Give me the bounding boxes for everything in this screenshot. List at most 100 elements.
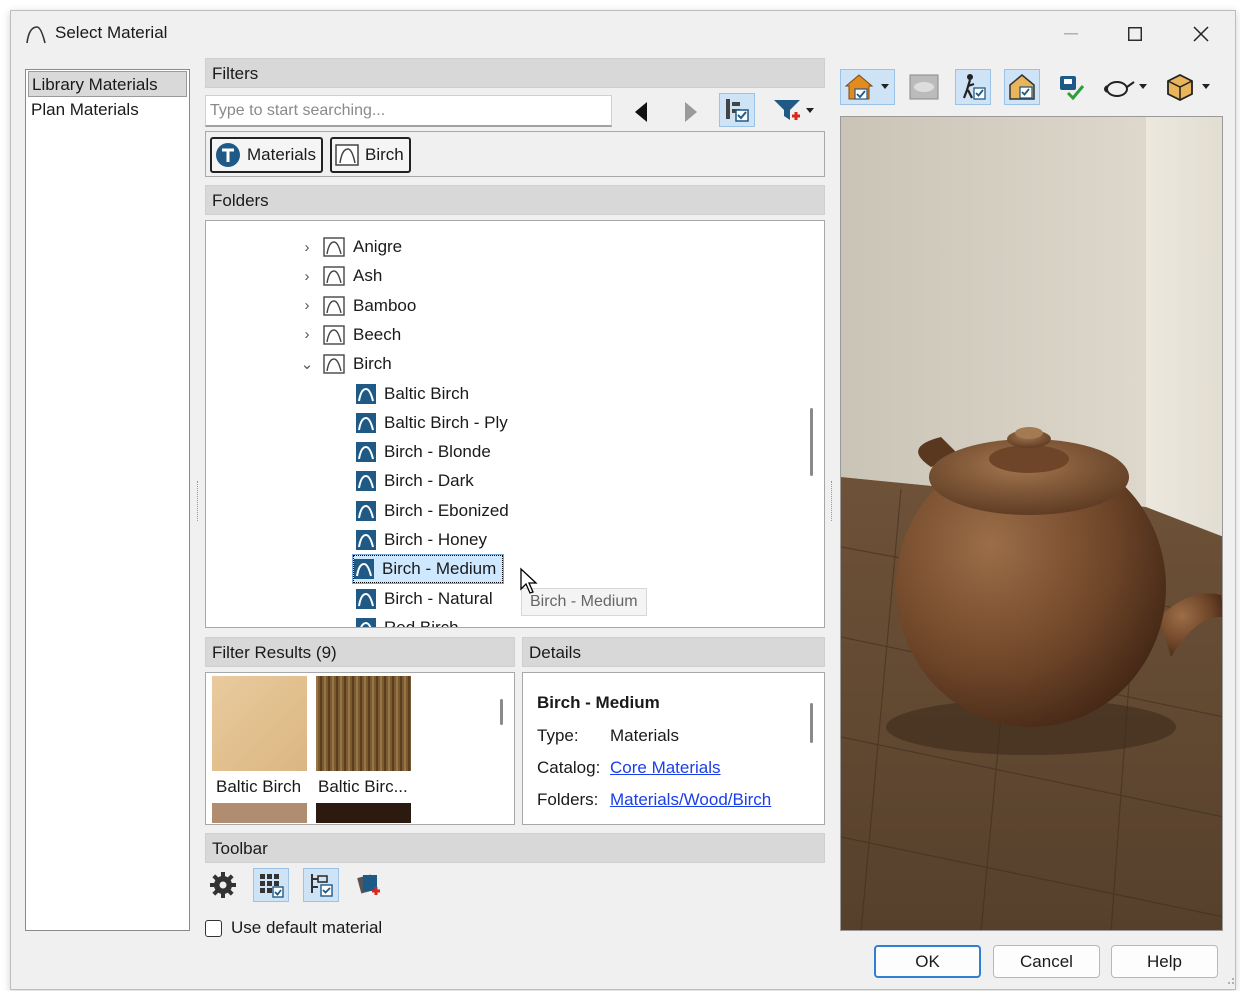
show-folders-toggle[interactable]: [719, 93, 755, 127]
tree-item-label: Birch - Blonde: [384, 442, 491, 462]
chip-label: Materials: [247, 145, 316, 164]
add-material-button[interactable]: [351, 868, 387, 902]
walkthrough-icon: [962, 74, 986, 100]
list-item-plan-materials[interactable]: Plan Materials: [26, 97, 189, 123]
tree-folder-item[interactable]: › Ash: [299, 262, 382, 290]
tree-item-label: Anigre: [353, 237, 403, 256]
room-view-toggle[interactable]: [1004, 69, 1040, 105]
select-material-dialog: Select Material Library Materials Plan M…: [10, 10, 1236, 990]
tree-folder-item[interactable]: ⌄ Birch: [299, 350, 392, 378]
details-header: Details: [522, 637, 825, 667]
filter-chip-materials[interactable]: Materials: [210, 137, 323, 173]
material-icon: [356, 617, 376, 627]
folder-icon: [323, 236, 345, 258]
tree-material-item[interactable]: Baltic Birch - Ply: [356, 409, 508, 437]
filter-options-dropdown[interactable]: [769, 93, 819, 127]
tree-item-label: Ash: [353, 266, 383, 286]
detail-type-label: Type:: [537, 726, 579, 745]
camera-view-dropdown[interactable]: [840, 69, 895, 105]
search-input[interactable]: Type to start searching...: [205, 95, 612, 127]
tree-item-label: Red Birch: [384, 617, 459, 628]
tree-folder-item[interactable]: › Anigre: [299, 233, 402, 261]
folder-icon: [323, 353, 345, 375]
filter-results-grid: Baltic Birch Baltic Birc...: [205, 672, 515, 825]
material-icon: [356, 530, 376, 550]
details-panel: Birch - Medium Type: Materials Catalog: …: [522, 672, 825, 825]
material-icon: [354, 559, 374, 580]
ok-button[interactable]: OK: [874, 945, 981, 978]
minimize-button[interactable]: [1051, 19, 1091, 49]
material-icon: [356, 471, 376, 492]
tree-item-label: Bamboo: [353, 295, 417, 315]
left-splitter[interactable]: [197, 481, 201, 521]
tree-item-label: Baltic Birch - Ply: [384, 412, 508, 432]
filter-results-header: Filter Results (9): [205, 637, 515, 667]
tree-material-item[interactable]: Baltic Birch: [356, 380, 469, 408]
filter-chip-birch[interactable]: Birch: [330, 137, 411, 173]
material-preview[interactable]: [840, 116, 1223, 931]
grid-view-icon: [260, 874, 284, 898]
tree-material-item[interactable]: Birch - Honey: [356, 526, 487, 554]
details-scrollbar[interactable]: [810, 703, 813, 743]
folders-link[interactable]: Materials/Wood/Birch: [610, 790, 771, 810]
tree-folder-item[interactable]: › Beech: [299, 321, 401, 349]
lighting-toggle[interactable]: [906, 69, 942, 105]
library-list: Library Materials Plan Materials: [25, 69, 190, 931]
tree-view-toggle[interactable]: [303, 868, 339, 902]
catalog-link[interactable]: Core Materials: [610, 758, 721, 778]
add-material-icon: [357, 874, 380, 895]
toolbar-header: Toolbar: [205, 833, 825, 863]
settings-button[interactable]: [205, 868, 241, 902]
character-view-toggle[interactable]: [955, 69, 991, 105]
tree-folder-item[interactable]: › Bamboo: [299, 292, 416, 320]
preview-object-dropdown[interactable]: [1101, 69, 1151, 105]
tree-material-item[interactable]: Birch - Ebonized: [356, 497, 509, 525]
tree-scrollbar[interactable]: [810, 408, 813, 476]
cube-icon: [1166, 73, 1210, 102]
chevron-right-icon[interactable]: ›: [299, 326, 315, 343]
tree-item-label: Birch - Natural: [384, 588, 493, 608]
tree-item-label: Birch - Medium: [382, 559, 497, 579]
result-tile-swatch[interactable]: [212, 803, 307, 823]
detail-type-value: Materials: [610, 726, 679, 745]
detail-catalog-label: Catalog:: [537, 758, 601, 777]
list-item-library-materials[interactable]: Library Materials: [28, 71, 187, 97]
results-scrollbar[interactable]: [500, 699, 503, 725]
maximize-button[interactable]: [1115, 19, 1155, 49]
active-filters-bar: Materials Birch: [205, 131, 825, 177]
tree-item-label: Birch: [353, 354, 392, 374]
result-label: Baltic Birc...: [318, 777, 408, 796]
chevron-right-icon[interactable]: ›: [299, 268, 315, 285]
paint-check-icon: [1060, 76, 1085, 101]
right-splitter[interactable]: [831, 481, 835, 521]
baltic-birch-ply-swatch: [316, 676, 411, 771]
material-icon: [356, 383, 376, 404]
tree-material-item[interactable]: Red Birch: [356, 614, 459, 628]
back-arrow-icon[interactable]: [631, 99, 653, 125]
folder-icon: [335, 144, 359, 166]
window-title: Select Material: [55, 23, 168, 42]
tree-material-item[interactable]: Birch - Natural: [356, 585, 493, 613]
tree-material-item[interactable]: Birch - Dark: [356, 467, 474, 495]
forward-arrow-icon[interactable]: [679, 99, 701, 125]
tree-material-item[interactable]: Birch - Blonde: [356, 438, 491, 466]
teapot-icon: [1104, 81, 1147, 97]
help-button[interactable]: Help: [1111, 945, 1218, 978]
material-icon: [356, 412, 376, 433]
resize-grip-icon[interactable]: [1223, 973, 1235, 985]
cancel-button[interactable]: Cancel: [993, 945, 1100, 978]
preview-shape-dropdown[interactable]: [1161, 69, 1216, 105]
result-tile-swatch[interactable]: [316, 803, 411, 823]
chevron-right-icon[interactable]: ›: [299, 239, 315, 256]
chevron-right-icon[interactable]: ›: [299, 297, 315, 314]
close-button[interactable]: [1181, 19, 1221, 49]
grid-view-toggle[interactable]: [253, 868, 289, 902]
filters-header: Filters: [205, 58, 825, 88]
use-default-checkbox[interactable]: [205, 920, 222, 937]
chevron-down-icon[interactable]: ⌄: [299, 355, 315, 373]
material-check-button[interactable]: [1053, 69, 1089, 105]
tree-material-item[interactable]: Birch - Medium: [351, 554, 505, 585]
material-icon: [356, 588, 376, 609]
chip-label: Birch: [365, 145, 404, 164]
mouse-cursor-icon: [520, 567, 538, 594]
